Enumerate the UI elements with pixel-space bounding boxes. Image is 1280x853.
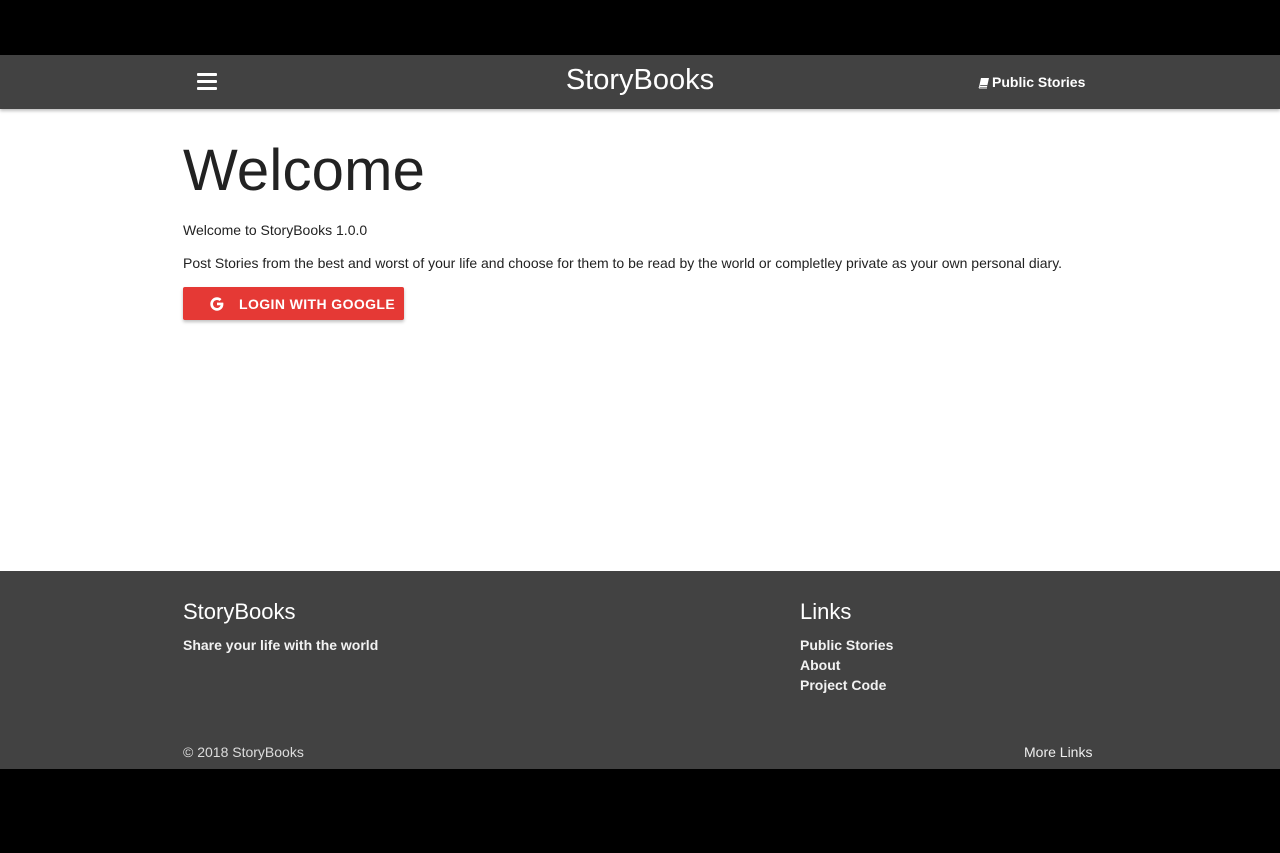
main-content: Welcome Welcome to StoryBooks 1.0.0 Post…	[183, 109, 1097, 320]
brand-logo-link[interactable]: StoryBooks	[566, 64, 714, 96]
letterbox-top	[0, 0, 1280, 55]
hamburger-bar	[197, 72, 217, 76]
hamburger-bar	[197, 86, 217, 90]
nav-public-stories-link[interactable]: Public Stories	[978, 72, 1085, 92]
footer-brand-heading: StoryBooks	[183, 599, 296, 624]
version-text: Welcome to StoryBooks 1.0.0	[183, 222, 368, 238]
footer: StoryBooks Share your life with the worl…	[0, 571, 1280, 769]
hamburger-icon[interactable]	[197, 69, 221, 93]
footer-link-about[interactable]: About	[800, 655, 893, 675]
footer-links-column: Links Public Stories About Project Code	[800, 599, 893, 695]
more-links-link[interactable]: More Links	[1024, 742, 1092, 762]
description-text: Post Stories from the best and worst of …	[183, 255, 1063, 271]
google-icon	[209, 296, 225, 312]
hamburger-bar	[197, 79, 217, 83]
page-title: Welcome	[183, 138, 426, 203]
navbar: StoryBooks Public Stories	[0, 55, 1280, 109]
footer-brand-column: StoryBooks Share your life with the worl…	[183, 599, 378, 655]
footer-tagline: Share your life with the world	[183, 637, 379, 653]
letterbox-bottom	[0, 769, 1280, 853]
login-button-label: LOGIN WITH GOOGLE	[239, 295, 396, 312]
login-with-google-button[interactable]: LOGIN WITH GOOGLE	[183, 287, 404, 320]
footer-link-public-stories[interactable]: Public Stories	[800, 635, 893, 655]
footer-links-list: Public Stories About Project Code	[800, 635, 893, 695]
copyright-text: © 2018 StoryBooks	[183, 744, 304, 760]
book-icon	[978, 76, 990, 89]
app-page: StoryBooks Public Stories Welcome Welcom…	[0, 55, 1280, 769]
nav-public-stories-label: Public Stories	[992, 74, 1086, 90]
footer-copyright-bar: © 2018 StoryBooks More Links	[0, 740, 1280, 769]
footer-links-heading: Links	[800, 599, 852, 624]
brand-container: StoryBooks	[0, 63, 1280, 97]
footer-link-project-code[interactable]: Project Code	[800, 675, 893, 695]
